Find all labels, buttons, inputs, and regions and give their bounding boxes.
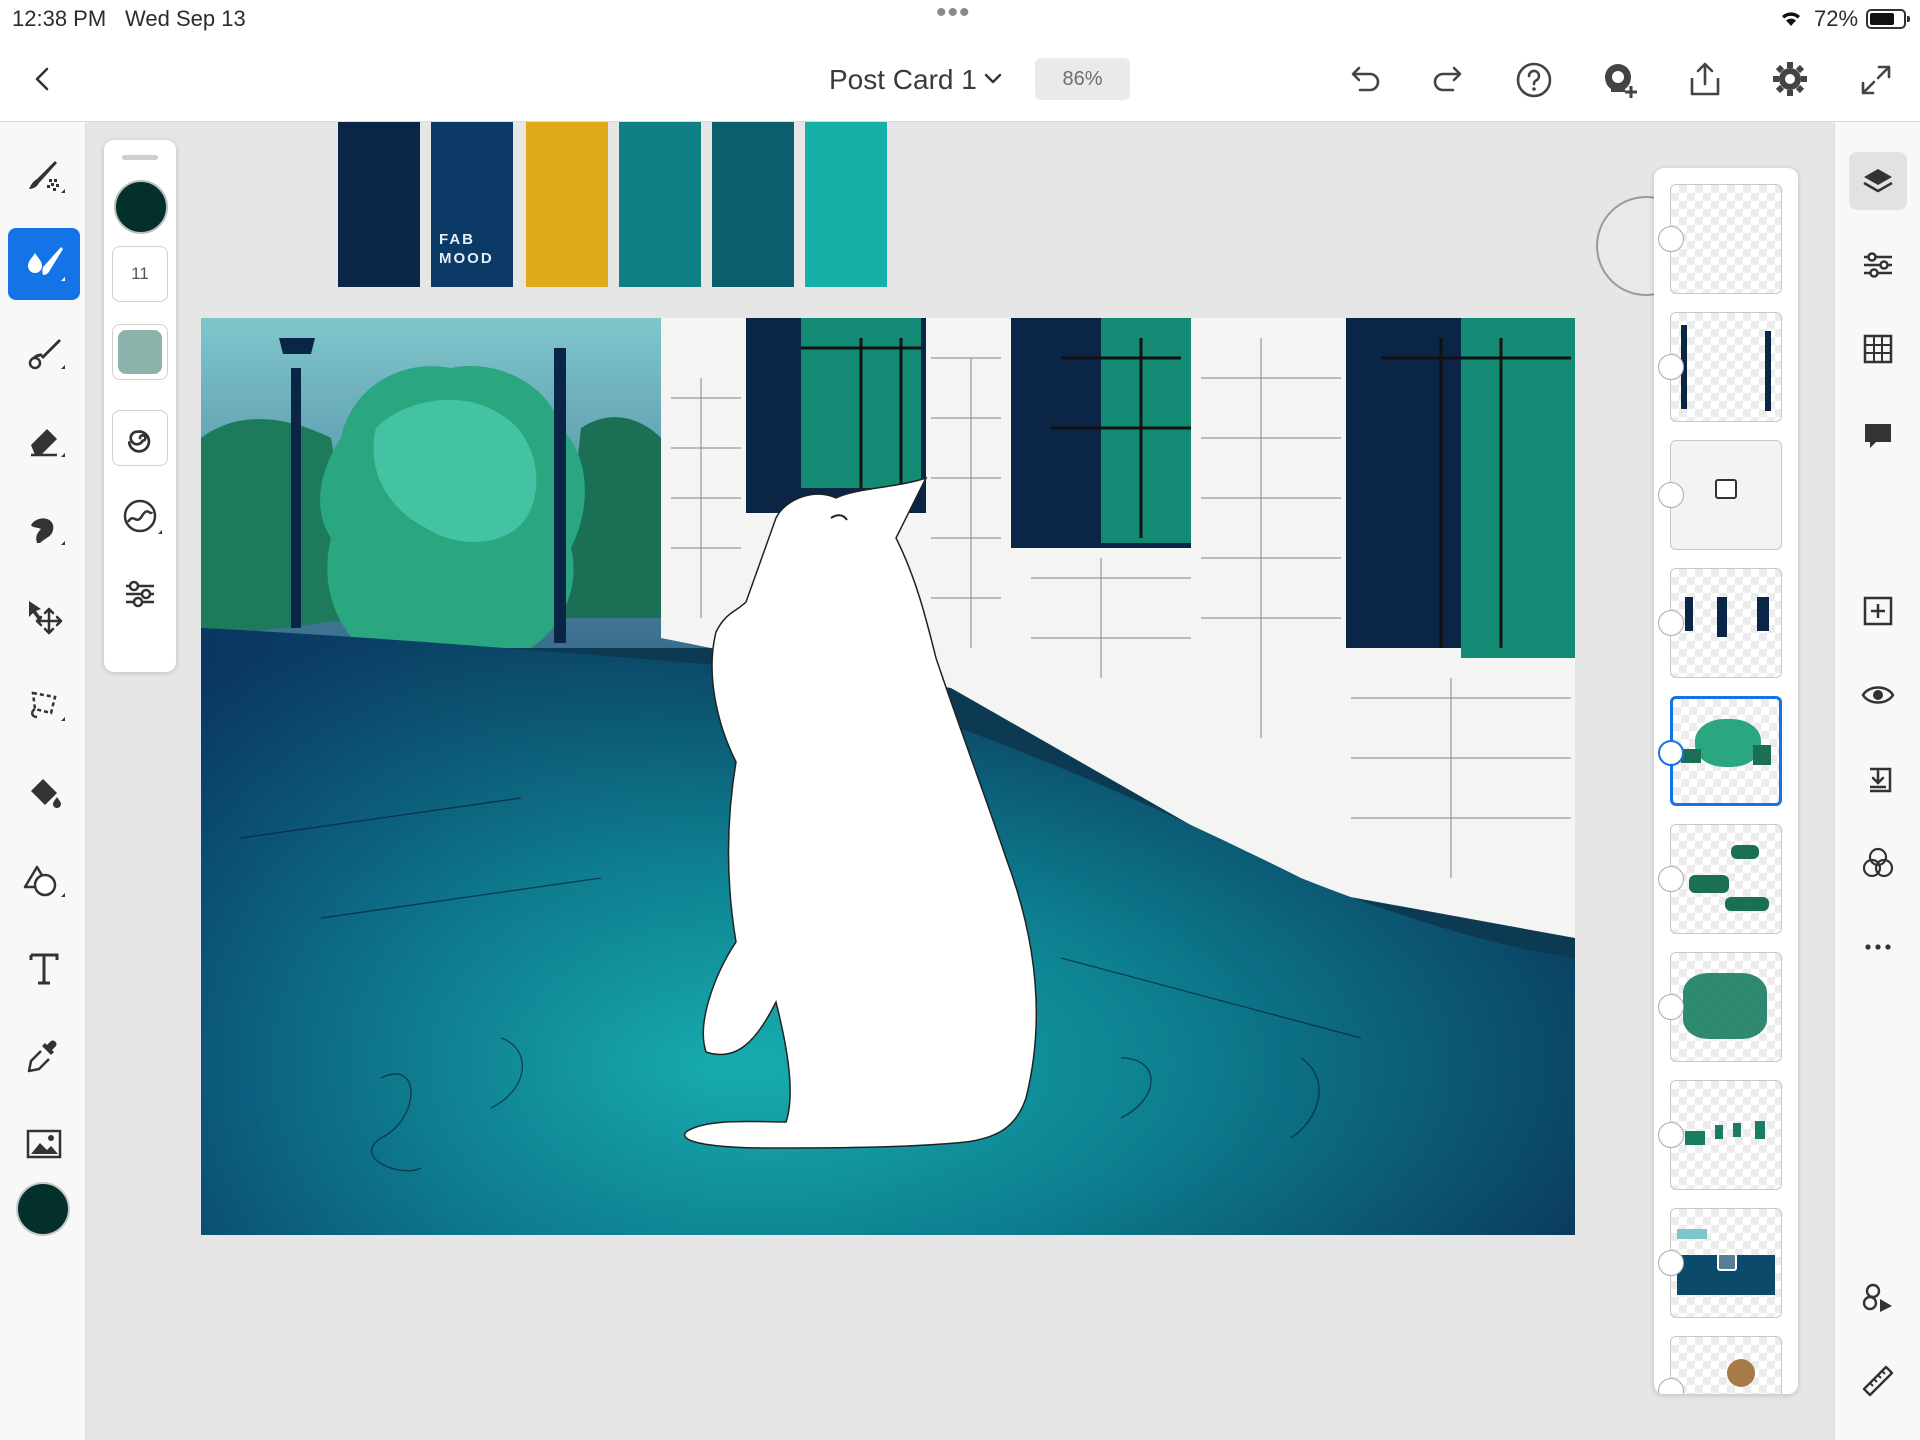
palette-label: FAB MOOD — [439, 231, 494, 267]
layer-thumbnail[interactable] — [1670, 184, 1782, 294]
brush-size-value: 11 — [131, 264, 149, 283]
eyedropper-icon[interactable] — [8, 1020, 80, 1092]
blend-icon[interactable] — [118, 494, 162, 538]
lock-icon — [1715, 479, 1737, 499]
current-color-swatch[interactable] — [16, 1182, 70, 1236]
pixel-brush-icon[interactable] — [8, 140, 80, 212]
grid-icon[interactable] — [1849, 320, 1907, 378]
brush-color-swatch[interactable] — [114, 180, 168, 234]
palette-swatch[interactable] — [338, 122, 420, 287]
merge-layer-icon[interactable] — [1849, 750, 1907, 808]
blend-modes-icon[interactable] — [1849, 834, 1907, 892]
wifi-icon — [1778, 6, 1804, 30]
left-toolbar — [0, 122, 86, 1440]
back-chevron-icon[interactable] — [26, 62, 60, 96]
shape-icon[interactable] — [8, 844, 80, 916]
redo-icon[interactable] — [1429, 60, 1469, 100]
share-icon[interactable] — [1684, 58, 1726, 100]
layer-thumbnail[interactable] — [1670, 440, 1782, 550]
palette-swatch[interactable]: FAB MOOD — [431, 122, 513, 287]
comment-icon[interactable] — [1849, 406, 1907, 464]
status-date: Wed Sep 13 — [125, 6, 246, 31]
status-time: 12:38 PM — [12, 6, 107, 31]
layers-icon[interactable] — [1849, 152, 1907, 210]
brush-panel: 11 — [104, 140, 176, 672]
artwork-illustration — [201, 318, 1575, 1235]
visibility-icon[interactable] — [1849, 666, 1907, 724]
multitask-dots[interactable]: ••• — [936, 0, 971, 30]
layer-handle-icon[interactable] — [1658, 740, 1684, 766]
palette-swatch[interactable] — [712, 122, 794, 287]
layer-thumbnail[interactable] — [1670, 1080, 1782, 1190]
status-bar: 12:38 PM Wed Sep 13 ••• 72% — [0, 0, 1920, 36]
opacity-swatch-icon[interactable] — [112, 324, 168, 380]
zoom-level[interactable]: 86% — [1035, 58, 1130, 100]
color-palette: FAB MOOD — [338, 122, 888, 287]
image-icon[interactable] — [8, 1108, 80, 1180]
layer-thumbnail[interactable] — [1670, 1336, 1782, 1394]
ruler-icon[interactable] — [1849, 1352, 1907, 1410]
brush-size-field[interactable]: 11 — [112, 246, 168, 302]
help-icon[interactable] — [1514, 60, 1554, 100]
settings-icon[interactable] — [1769, 58, 1811, 100]
layer-handle-icon[interactable] — [1658, 1250, 1684, 1276]
invite-icon[interactable] — [1599, 60, 1641, 102]
layer-handle-icon[interactable] — [1658, 610, 1684, 636]
layer-thumbnail[interactable] — [1670, 568, 1782, 678]
title-dropdown-icon[interactable] — [980, 66, 1006, 92]
layers-panel — [1654, 168, 1798, 1394]
more-icon[interactable] — [1849, 918, 1907, 976]
brush-settings-icon[interactable] — [120, 574, 160, 614]
eraser-icon[interactable] — [8, 404, 80, 476]
fullscreen-icon[interactable] — [1856, 60, 1896, 100]
live-brush-icon[interactable] — [8, 228, 80, 300]
transform-icon[interactable] — [8, 580, 80, 652]
add-layer-icon[interactable] — [1849, 582, 1907, 640]
palette-swatch[interactable] — [619, 122, 701, 287]
battery-percent: 72% — [1814, 6, 1859, 31]
undo-icon[interactable] — [1344, 60, 1384, 100]
layer-handle-icon[interactable] — [1658, 482, 1684, 508]
layer-thumbnail[interactable] — [1670, 824, 1782, 934]
vector-brush-icon[interactable] — [8, 316, 80, 388]
smudge-icon[interactable] — [8, 492, 80, 564]
palette-swatch[interactable] — [526, 122, 608, 287]
layer-properties-icon[interactable] — [1849, 236, 1907, 294]
lasso-icon[interactable] — [8, 668, 80, 740]
battery-icon — [1866, 9, 1910, 29]
document-title[interactable]: Post Card 1 — [829, 64, 977, 96]
layer-thumbnail[interactable] — [1670, 312, 1782, 422]
flow-icon[interactable] — [112, 410, 168, 466]
layer-handle-icon[interactable] — [1658, 1122, 1684, 1148]
layer-handle-icon[interactable] — [1658, 866, 1684, 892]
panel-grip[interactable] — [122, 155, 158, 160]
layer-thumbnail[interactable] — [1670, 1208, 1782, 1318]
layer-handle-icon[interactable] — [1658, 994, 1684, 1020]
right-rail — [1834, 122, 1920, 1440]
layer-thumbnail[interactable] — [1670, 952, 1782, 1062]
liquify-icon[interactable] — [1849, 1268, 1907, 1326]
text-icon[interactable] — [8, 932, 80, 1004]
lock-icon — [1717, 1253, 1737, 1271]
fill-icon[interactable] — [8, 756, 80, 828]
layer-handle-icon[interactable] — [1658, 226, 1684, 252]
layer-thumbnail-selected[interactable] — [1670, 696, 1782, 806]
palette-swatch[interactable] — [805, 122, 887, 287]
top-bar: Post Card 1 86% — [0, 36, 1920, 122]
layer-handle-icon[interactable] — [1658, 354, 1684, 380]
artwork-canvas[interactable] — [201, 318, 1575, 1235]
